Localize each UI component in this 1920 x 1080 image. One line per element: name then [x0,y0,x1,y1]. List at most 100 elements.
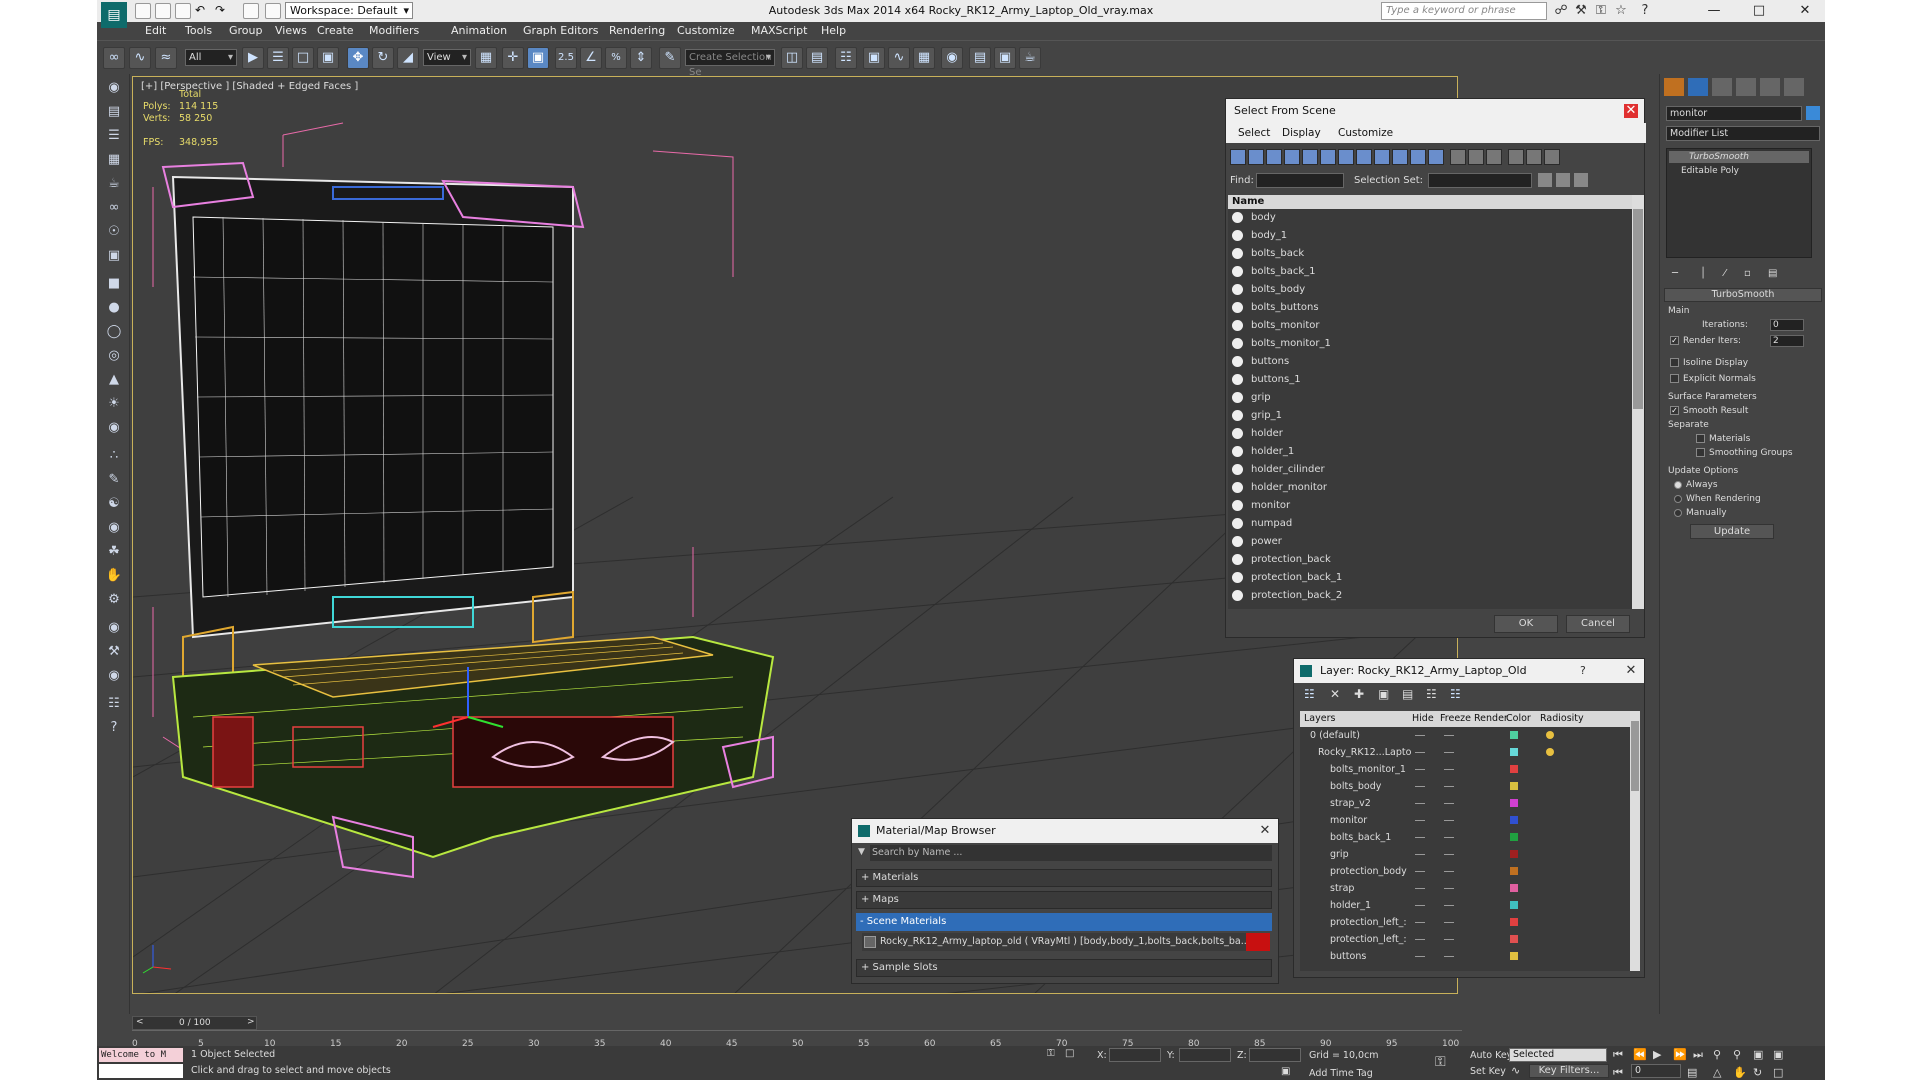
pan-icon[interactable]: ✋ [1733,1066,1747,1079]
zoom-all-icon[interactable]: ⚲ [1733,1048,1741,1061]
window-crossing-icon[interactable]: ▣ [317,47,339,69]
list-item[interactable]: holder_1 [1232,443,1628,461]
layer-manager-icon[interactable]: ☷ [835,47,857,69]
scene-materials-group[interactable]: - Scene Materials [856,913,1272,931]
z-coordinate-field[interactable] [1249,1048,1301,1062]
zoom-extents-all-icon[interactable]: ▣ [1773,1048,1783,1061]
name-column-header[interactable]: Name [1228,195,1632,209]
key-icon[interactable]: ⚿ [1593,3,1609,19]
x-coordinate-field[interactable] [1109,1048,1161,1062]
hand-icon[interactable]: ✋ [103,566,125,586]
schematic-view-icon[interactable]: ▦ [913,47,935,69]
menu-graph-editors[interactable]: Graph Editors [523,24,599,37]
dependencies-icon[interactable] [1544,149,1560,165]
bind-space-warp-icon[interactable]: ≈ [155,47,177,69]
spinner-snap-icon[interactable]: ⇕ [630,47,652,69]
remove-modifier-icon[interactable]: ▫ [1744,268,1751,279]
layer-row[interactable]: grip [1330,846,1630,863]
turbosmooth-rollout-header[interactable]: TurboSmooth [1664,288,1822,302]
list-item[interactable]: bolts_monitor_1 [1232,335,1628,353]
gears-icon[interactable]: ⚙ [103,590,125,610]
add-time-tag[interactable]: Add Time Tag [1309,1068,1373,1079]
utility-icon[interactable]: ⚒ [103,642,125,662]
ok-button[interactable]: OK [1494,615,1558,633]
set-icon-b[interactable] [1556,173,1570,187]
close-icon[interactable]: ✕ [1624,664,1638,678]
y-coordinate-field[interactable] [1179,1048,1231,1062]
make-unique-icon[interactable]: ⁄ [1724,268,1726,279]
select-manipulate-icon[interactable]: ✛ [502,47,524,69]
world-icon[interactable]: ◉ [103,666,125,686]
col-hide[interactable]: Hide [1412,713,1434,724]
sfs-menu-select[interactable]: Select [1238,127,1270,139]
menu-animation[interactable]: Animation [451,24,507,37]
set-icon-c[interactable] [1574,173,1588,187]
list-item[interactable]: holder_cilinder [1232,461,1628,479]
time-slider-left-arrow[interactable]: < [136,1017,144,1027]
bone-icon[interactable]: ☯ [103,494,125,514]
col-radiosity[interactable]: Radiosity [1540,713,1584,724]
cylinder-icon[interactable]: ◯ [103,322,125,342]
orbit-icon[interactable]: ↻ [1753,1066,1762,1079]
browser-options-icon[interactable]: ▼ [858,847,865,857]
display-icon[interactable]: ◉ [103,618,125,638]
select-none-icon[interactable] [1468,149,1484,165]
list-item[interactable]: bolts_buttons [1232,299,1628,317]
layer-row[interactable]: Rocky_RK12...Lapto [1318,744,1630,761]
smoothing-groups-checkbox[interactable]: Smoothing Groups [1696,448,1793,458]
menu-group[interactable]: Group [229,24,263,37]
paint-icon[interactable]: ✎ [103,470,125,490]
key-mode-toggle-icon[interactable]: ⏮ [1613,1066,1623,1080]
col-color[interactable]: Color [1506,713,1531,724]
edit-named-selection-icon[interactable]: ✎ [659,47,681,69]
leaf-icon[interactable]: ☘ [103,542,125,562]
list-item[interactable]: holder_monitor [1232,479,1628,497]
link-chain-icon[interactable]: ∞ [103,198,125,218]
sfs-menu-customize[interactable]: Customize [1338,127,1393,139]
maxscript-listener[interactable]: Welcome to M [99,1048,183,1062]
filter-spacewarps-icon[interactable] [1320,149,1336,165]
select-invert-icon[interactable] [1486,149,1502,165]
teapot-icon[interactable]: ☕ [103,174,125,194]
sample-slots-group[interactable]: + Sample Slots [856,959,1272,977]
list-item[interactable]: protection_back_2 [1232,587,1628,605]
time-config-icon[interactable]: ▤ [1687,1066,1697,1079]
selection-set-dropdown[interactable] [1428,173,1532,188]
filter-cameras-icon[interactable] [1284,149,1300,165]
goto-end-icon[interactable]: ⏭ [1693,1048,1703,1062]
rendered-frame-window-icon[interactable]: ▣ [994,47,1016,69]
unlink-icon[interactable]: ∿ [129,47,151,69]
key-filters-button[interactable]: Key Filters... [1529,1064,1609,1078]
stack-item-turbosmooth[interactable]: TurboSmooth [1669,151,1809,163]
reference-coordinate-dropdown[interactable]: View [423,49,471,66]
layer-row[interactable]: strap_v2 [1330,795,1630,812]
create-tab-icon[interactable] [1664,78,1684,96]
list-icon[interactable]: ☰ [103,126,125,146]
keyboard-shortcut-override-icon[interactable]: ▣ [527,47,549,69]
layer-row[interactable]: protection_body [1330,863,1630,880]
layer-row[interactable]: bolts_back_1 [1330,829,1630,846]
list-item[interactable]: buttons_1 [1232,371,1628,389]
filter-hidden-icon[interactable] [1428,149,1444,165]
star-icon[interactable]: ☆ [1613,3,1629,19]
stack-item-editable-poly[interactable]: Editable Poly [1669,165,1809,177]
camera-icon[interactable]: ▣ [103,246,125,266]
list-scrollbar-thumb[interactable] [1633,209,1643,409]
play-icon[interactable]: ▶ [1653,1048,1661,1061]
layer-row[interactable]: 0 (default) [1310,727,1630,744]
maximize-button[interactable]: □ [1739,0,1779,22]
hierarchy-icon[interactable] [1526,149,1542,165]
select-by-name-icon[interactable]: ☰ [267,47,289,69]
time-tag-icon[interactable]: ▣ [1281,1066,1290,1077]
object-name-input[interactable]: monitor [1666,106,1802,121]
modify-tab-icon[interactable] [1688,78,1708,96]
menu-help[interactable]: Help [821,24,846,37]
col-freeze[interactable]: Freeze [1440,713,1471,724]
list-item[interactable]: numpad [1232,515,1628,533]
sfs-menu-display[interactable]: Display [1282,127,1321,139]
set-key-button[interactable]: Set Key [1470,1066,1506,1077]
isolate-icon[interactable]: □ [1065,1048,1074,1059]
pivot-center-icon[interactable]: ▦ [475,47,497,69]
close-icon[interactable]: ✕ [1258,824,1272,838]
graphite-tools-icon[interactable]: ▣ [863,47,885,69]
